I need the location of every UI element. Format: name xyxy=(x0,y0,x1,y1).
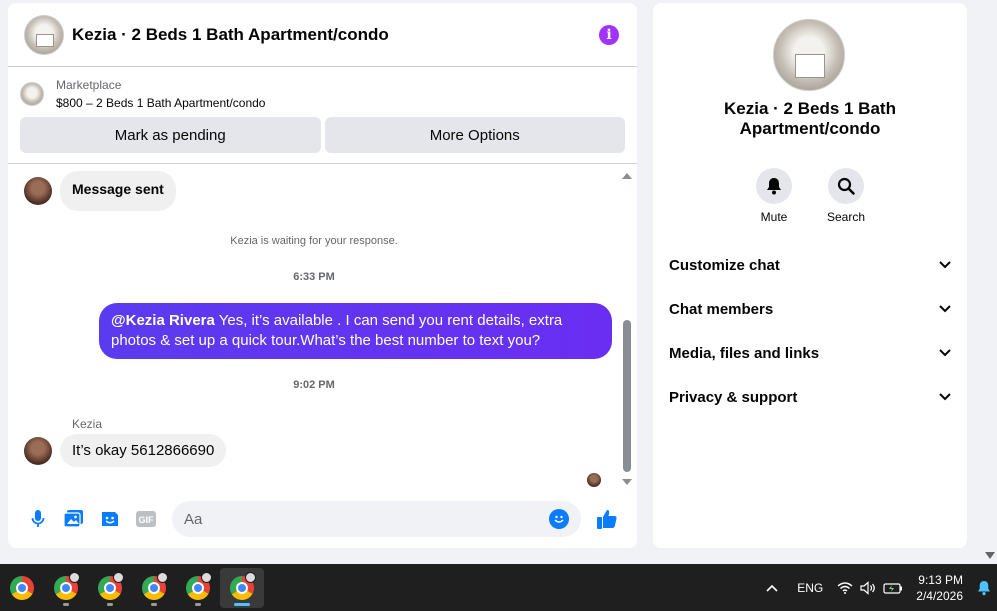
running-indicator xyxy=(63,602,69,606)
running-indicator xyxy=(107,602,113,606)
system-tray: ENG 9:13 PM 2/4/2026 xyxy=(758,564,997,611)
menu-label: Customize chat xyxy=(669,256,780,274)
taskbar-chrome-profile[interactable] xyxy=(132,568,176,608)
search-label: Search xyxy=(826,210,866,224)
mark-pending-button[interactable]: Mark as pending xyxy=(20,117,321,153)
profile-badge-icon xyxy=(69,571,80,583)
chevron-down-icon xyxy=(939,349,951,357)
privacy-support-item[interactable]: Privacy & support xyxy=(661,375,959,419)
battery-charging-icon[interactable] xyxy=(880,582,906,594)
chat-title[interactable]: Kezia · 2 Beds 1 Bath Apartment/condo xyxy=(72,25,599,45)
more-options-button[interactable]: More Options xyxy=(324,117,625,153)
info-panel-title: Kezia · 2 Beds 1 Bath Apartment/condo xyxy=(724,99,896,138)
gif-icon[interactable]: GIF xyxy=(128,501,164,537)
chat-header: Kezia · 2 Beds 1 Bath Apartment/condo i xyxy=(8,3,637,67)
profile-badge-icon xyxy=(201,571,212,583)
clock[interactable]: 9:13 PM 2/4/2026 xyxy=(916,572,963,604)
message-bubble[interactable]: It’s okay 5612866690 xyxy=(60,434,227,467)
svg-text:GIF: GIF xyxy=(139,515,155,525)
timestamp: 9:02 PM xyxy=(293,379,335,391)
volume-icon[interactable] xyxy=(856,580,880,595)
listing-actions: Mark as pending More Options xyxy=(8,113,637,164)
marketplace-listing[interactable]: Marketplace $800 – 2 Beds 1 Bath Apartme… xyxy=(8,67,637,113)
profile-badge-icon xyxy=(245,571,256,583)
menu-label: Media, files and links xyxy=(669,344,820,362)
listing-avatar[interactable] xyxy=(24,14,64,55)
incoming-message: Message sent xyxy=(24,171,176,211)
notification-bell-icon[interactable] xyxy=(971,580,997,596)
menu-label: Privacy & support xyxy=(669,388,798,406)
chevron-up-icon[interactable] xyxy=(758,584,786,592)
incoming-message: It’s okay 5612866690 xyxy=(24,434,227,467)
sender-name: Kezia xyxy=(72,417,103,431)
taskbar-chrome-profile[interactable] xyxy=(44,568,88,608)
message-input[interactable] xyxy=(172,501,581,537)
microphone-icon[interactable] xyxy=(20,501,56,537)
info-actions: Mute Search xyxy=(653,168,967,224)
language-indicator[interactable]: ENG xyxy=(786,581,834,595)
search-action[interactable]: Search xyxy=(826,168,866,224)
listing-profile-photo[interactable] xyxy=(773,19,845,91)
clock-time: 9:13 PM xyxy=(918,572,963,587)
media-files-links-item[interactable]: Media, files and links xyxy=(661,331,959,375)
chat-members-item[interactable]: Chat members xyxy=(661,287,959,331)
outgoing-message[interactable]: @Kezia Rivera Yes, it’s available . I ca… xyxy=(99,303,612,359)
marketplace-label: Marketplace xyxy=(56,78,122,92)
thumbs-up-icon[interactable] xyxy=(589,501,625,537)
taskbar-chrome-profile[interactable] xyxy=(88,568,132,608)
message-bubble[interactable]: Message sent xyxy=(60,171,176,211)
photo-icon[interactable] xyxy=(56,501,92,537)
scroll-thumb[interactable] xyxy=(623,320,631,472)
waiting-notice: Kezia is waiting for your response. xyxy=(230,235,398,247)
chevron-down-icon xyxy=(939,261,951,269)
customize-chat-item[interactable]: Customize chat xyxy=(661,243,959,287)
timestamp: 6:33 PM xyxy=(293,271,335,283)
listing-price-title: $800 – 2 Beds 1 Bath Apartment/condo xyxy=(56,96,266,110)
mute-label: Mute xyxy=(760,210,788,224)
emoji-icon[interactable] xyxy=(549,509,569,529)
search-icon[interactable] xyxy=(828,168,864,204)
chat-info-panel: Kezia · 2 Beds 1 Bath Apartment/condo Mu… xyxy=(653,3,967,548)
page-scroll-down-icon[interactable] xyxy=(985,552,995,559)
scroll-up-arrow-icon[interactable] xyxy=(622,173,632,179)
running-indicator xyxy=(234,602,250,606)
info-icon[interactable]: i xyxy=(599,24,619,45)
message-text-field[interactable] xyxy=(184,510,549,528)
info-menu: Customize chat Chat members Media, files… xyxy=(661,243,959,419)
chevron-down-icon xyxy=(939,393,951,401)
profile-badge-icon xyxy=(113,571,124,583)
profile-badge-icon xyxy=(157,571,168,583)
running-indicator xyxy=(195,602,201,606)
contact-avatar[interactable] xyxy=(24,436,52,465)
taskbar-chrome-app[interactable] xyxy=(0,568,44,608)
mute-action[interactable]: Mute xyxy=(756,168,792,224)
menu-label: Chat members xyxy=(669,300,774,318)
taskbar-chrome-profile[interactable] xyxy=(176,568,220,608)
scroll-down-arrow-icon[interactable] xyxy=(622,479,632,485)
chevron-down-icon xyxy=(939,305,951,313)
bell-icon[interactable] xyxy=(756,168,792,204)
chrome-icon xyxy=(10,575,34,600)
message-scrollbar[interactable] xyxy=(621,167,633,493)
sticker-icon[interactable] xyxy=(92,501,128,537)
listing-thumbnail xyxy=(20,82,44,106)
chat-panel: Kezia · 2 Beds 1 Bath Apartment/condo i … xyxy=(8,3,637,548)
wifi-icon[interactable] xyxy=(834,581,856,594)
clock-date: 2/4/2026 xyxy=(916,588,963,603)
message-list: Message sent Kezia is waiting for your r… xyxy=(8,167,637,493)
contact-avatar[interactable] xyxy=(24,177,52,205)
taskbar: ENG 9:13 PM 2/4/2026 xyxy=(0,564,997,611)
running-indicator xyxy=(151,602,157,606)
taskbar-chrome-profile-active[interactable] xyxy=(220,567,264,608)
mention[interactable]: @Kezia Rivera xyxy=(111,312,215,329)
message-composer: GIF xyxy=(8,490,637,548)
seen-indicator-avatar xyxy=(587,473,601,487)
